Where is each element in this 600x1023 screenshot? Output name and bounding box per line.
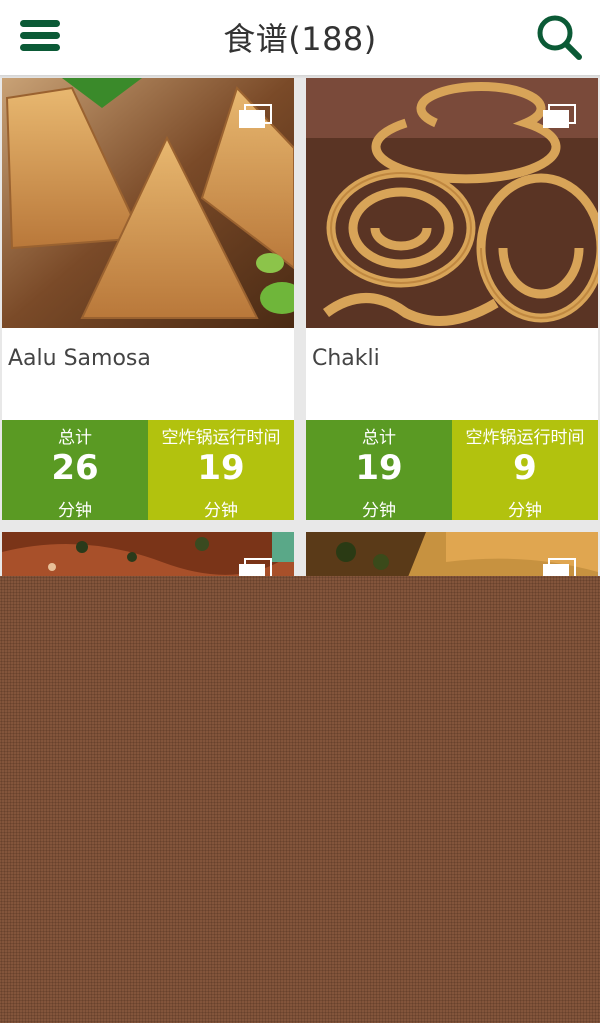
app-header: 食谱(188) [0, 0, 600, 76]
total-minutes: 26 [51, 448, 99, 488]
total-minutes: 19 [355, 448, 403, 488]
search-icon[interactable] [534, 12, 584, 62]
airfryer-time-stat: 空炸锅运行时间 19 分钟 [148, 420, 294, 520]
recipe-card[interactable]: Chakli 总计 19 分钟 空炸锅运行时间 9 分钟 [306, 78, 598, 520]
total-time-stat: 总计 26 分钟 [2, 420, 148, 520]
page-title: 食谱(188) [223, 20, 377, 58]
recipe-card[interactable]: Aalu Samosa 总计 26 分钟 空炸锅运行时间 19 分钟 [2, 78, 294, 520]
gallery-icon [543, 104, 576, 128]
total-time-stat: 总计 19 分钟 [306, 420, 452, 520]
recipe-stats: 总计 26 分钟 空炸锅运行时间 19 分钟 [2, 420, 294, 520]
content-overlay [0, 576, 600, 1023]
airfryer-time-stat: 空炸锅运行时间 9 分钟 [452, 420, 598, 520]
airfryer-minutes: 9 [513, 448, 537, 488]
recipe-name: Aalu Samosa [8, 346, 151, 371]
airfryer-minutes: 19 [197, 448, 245, 488]
recipe-name: Chakli [312, 346, 380, 371]
recipe-stats: 总计 19 分钟 空炸锅运行时间 9 分钟 [306, 420, 598, 520]
gallery-icon [239, 104, 272, 128]
